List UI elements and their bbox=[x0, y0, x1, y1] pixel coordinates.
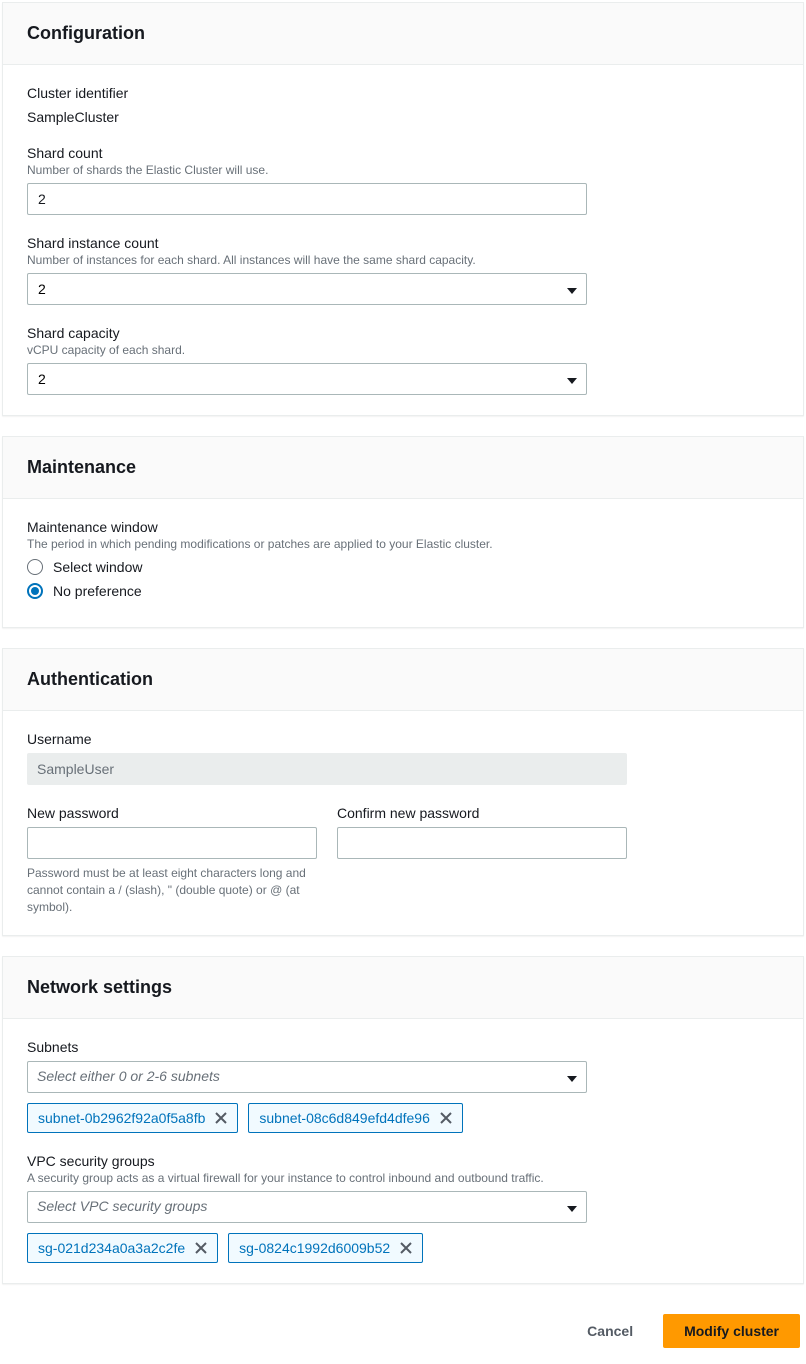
shard-count-desc: Number of shards the Elastic Cluster wil… bbox=[27, 163, 779, 177]
shard-instance-count-desc: Number of instances for each shard. All … bbox=[27, 253, 779, 267]
cluster-identifier-field: Cluster identifier SampleCluster bbox=[27, 85, 779, 125]
security-group-token: sg-021d234a0a3a2c2fe bbox=[27, 1233, 218, 1263]
subnets-field: Subnets Select either 0 or 2-6 subnets s… bbox=[27, 1039, 779, 1133]
remove-token-icon[interactable] bbox=[440, 1112, 452, 1124]
configuration-title: Configuration bbox=[27, 23, 779, 44]
subnet-token-label: subnet-0b2962f92a0f5a8fb bbox=[38, 1110, 205, 1126]
radio-icon bbox=[27, 583, 43, 599]
cancel-button[interactable]: Cancel bbox=[567, 1314, 653, 1348]
confirm-password-label: Confirm new password bbox=[337, 805, 627, 821]
shard-capacity-label: Shard capacity bbox=[27, 325, 779, 341]
shard-capacity-select[interactable]: 2 bbox=[27, 363, 587, 395]
cluster-identifier-label: Cluster identifier bbox=[27, 85, 779, 101]
shard-instance-count-select[interactable]: 2 bbox=[27, 273, 587, 305]
security-groups-label: VPC security groups bbox=[27, 1153, 779, 1169]
subnet-token: subnet-08c6d849efd4dfe96 bbox=[248, 1103, 462, 1133]
security-groups-desc: A security group acts as a virtual firew… bbox=[27, 1171, 779, 1185]
confirm-password-input[interactable] bbox=[337, 827, 627, 859]
network-settings-title: Network settings bbox=[27, 977, 779, 998]
new-password-hint: Password must be at least eight characte… bbox=[27, 865, 317, 915]
maintenance-header: Maintenance bbox=[3, 437, 803, 499]
remove-token-icon[interactable] bbox=[400, 1242, 412, 1254]
radio-select-window[interactable]: Select window bbox=[27, 559, 779, 575]
subnets-tokens: subnet-0b2962f92a0f5a8fb subnet-08c6d849… bbox=[27, 1103, 779, 1133]
subnets-label: Subnets bbox=[27, 1039, 779, 1055]
authentication-header: Authentication bbox=[3, 649, 803, 711]
username-field: Username bbox=[27, 731, 779, 785]
remove-token-icon[interactable] bbox=[195, 1242, 207, 1254]
radio-no-preference[interactable]: No preference bbox=[27, 583, 779, 599]
security-groups-field: VPC security groups A security group act… bbox=[27, 1153, 779, 1263]
authentication-panel: Authentication Username New password Pas… bbox=[2, 648, 804, 936]
subnet-token: subnet-0b2962f92a0f5a8fb bbox=[27, 1103, 238, 1133]
cluster-identifier-value: SampleCluster bbox=[27, 109, 779, 125]
configuration-panel: Configuration Cluster identifier SampleC… bbox=[2, 2, 804, 416]
radio-select-window-label: Select window bbox=[53, 559, 143, 575]
radio-icon bbox=[27, 559, 43, 575]
security-groups-tokens: sg-021d234a0a3a2c2fe sg-0824c1992d6009b5… bbox=[27, 1233, 779, 1263]
shard-capacity-desc: vCPU capacity of each shard. bbox=[27, 343, 779, 357]
maintenance-window-label: Maintenance window bbox=[27, 519, 779, 535]
authentication-title: Authentication bbox=[27, 669, 779, 690]
network-settings-header: Network settings bbox=[3, 957, 803, 1019]
modify-cluster-button[interactable]: Modify cluster bbox=[663, 1314, 800, 1348]
shard-count-label: Shard count bbox=[27, 145, 779, 161]
maintenance-window-field: Maintenance window The period in which p… bbox=[27, 519, 779, 599]
username-label: Username bbox=[27, 731, 779, 747]
configuration-header: Configuration bbox=[3, 3, 803, 65]
security-group-token-label: sg-0824c1992d6009b52 bbox=[239, 1240, 390, 1256]
new-password-input[interactable] bbox=[27, 827, 317, 859]
maintenance-panel: Maintenance Maintenance window The perio… bbox=[2, 436, 804, 628]
username-input bbox=[27, 753, 627, 785]
maintenance-window-desc: The period in which pending modification… bbox=[27, 537, 779, 551]
security-groups-select[interactable]: Select VPC security groups bbox=[27, 1191, 587, 1223]
shard-instance-count-field: Shard instance count Number of instances… bbox=[27, 235, 779, 305]
radio-no-preference-label: No preference bbox=[53, 583, 142, 599]
security-group-token: sg-0824c1992d6009b52 bbox=[228, 1233, 423, 1263]
network-settings-panel: Network settings Subnets Select either 0… bbox=[2, 956, 804, 1284]
confirm-password-field: Confirm new password bbox=[337, 805, 627, 915]
shard-count-input[interactable] bbox=[27, 183, 587, 215]
shard-count-field: Shard count Number of shards the Elastic… bbox=[27, 145, 779, 215]
subnets-select[interactable]: Select either 0 or 2-6 subnets bbox=[27, 1061, 587, 1093]
new-password-label: New password bbox=[27, 805, 317, 821]
remove-token-icon[interactable] bbox=[215, 1112, 227, 1124]
maintenance-title: Maintenance bbox=[27, 457, 779, 478]
security-group-token-label: sg-021d234a0a3a2c2fe bbox=[38, 1240, 185, 1256]
shard-instance-count-label: Shard instance count bbox=[27, 235, 779, 251]
shard-capacity-field: Shard capacity vCPU capacity of each sha… bbox=[27, 325, 779, 395]
footer-actions: Cancel Modify cluster bbox=[2, 1304, 804, 1356]
new-password-field: New password Password must be at least e… bbox=[27, 805, 317, 915]
subnet-token-label: subnet-08c6d849efd4dfe96 bbox=[259, 1110, 429, 1126]
